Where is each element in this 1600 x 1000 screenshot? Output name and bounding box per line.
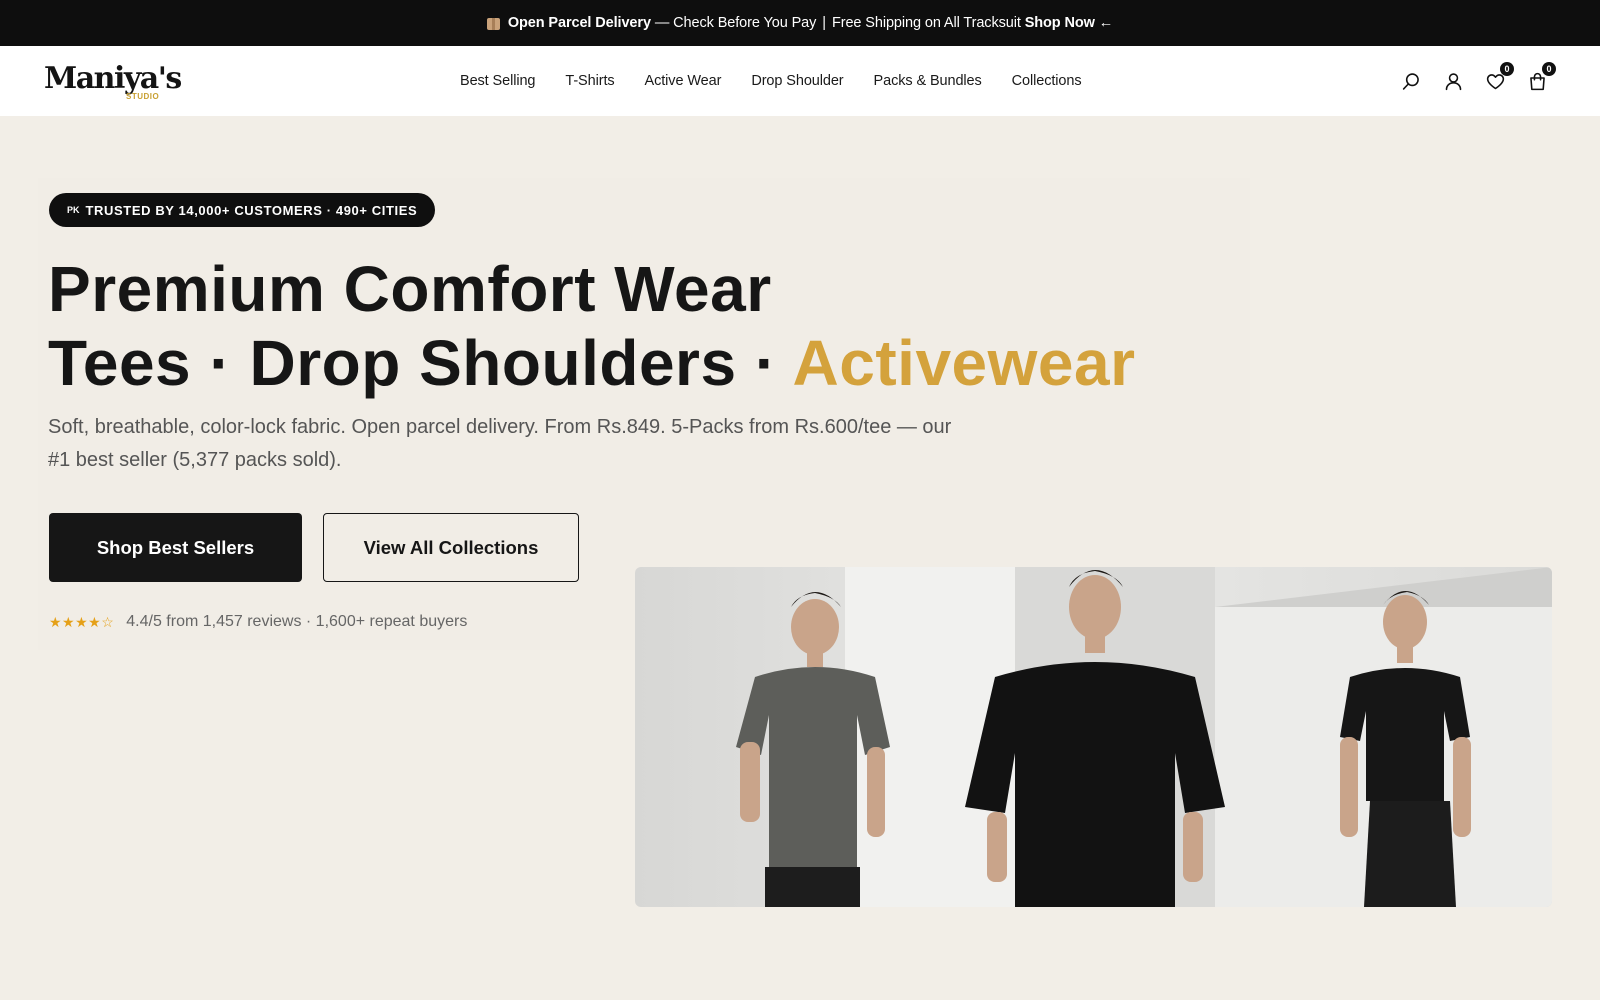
hero-title: Premium Comfort Wear Tees · Drop Shoulde… bbox=[48, 252, 1136, 400]
nav-item-best-selling[interactable]: Best Selling bbox=[460, 73, 535, 89]
logo-text: Maniya's bbox=[44, 61, 182, 96]
logo-subtext: STUDIO bbox=[126, 92, 160, 101]
hero-subtitle: Soft, breathable, color-lock fabric. Ope… bbox=[48, 416, 952, 471]
nav-item-collections[interactable]: Collections bbox=[1012, 73, 1082, 89]
trust-badge: PK TRUSTED BY 14,000+ CUSTOMERS · 490+ C… bbox=[49, 193, 436, 227]
star-rating-icon: ★★★★☆ bbox=[49, 613, 115, 630]
cart-button[interactable]: 0 bbox=[1526, 62, 1556, 92]
rating-text: 4.4/5 from 1,457 reviews · 1,600+ repeat… bbox=[126, 613, 468, 630]
announcement-bar: Open Parcel Delivery — Check Before You … bbox=[0, 0, 1600, 46]
announcement-cta[interactable]: Shop Now bbox=[1025, 15, 1095, 31]
hero-title-line2: Tees · Drop Shoulders · bbox=[48, 327, 793, 399]
shop-best-sellers-button[interactable]: Shop Best Sellers bbox=[49, 513, 302, 582]
arrow-icon: ← bbox=[1098, 15, 1114, 31]
wishlist-button[interactable]: 0 bbox=[1484, 62, 1514, 92]
trust-badge-text: TRUSTED BY 14,000+ CUSTOMERS · 490+ CITI… bbox=[85, 202, 418, 218]
brand-logo[interactable]: Maniya's STUDIO bbox=[44, 61, 182, 102]
announcement-lead: Open Parcel Delivery bbox=[507, 15, 651, 31]
nav-item-active-wear[interactable]: Active Wear bbox=[645, 73, 722, 89]
announcement-text-2: Free Shipping on All Tracksuit bbox=[831, 15, 1021, 31]
site-header: Maniya's STUDIO Best Selling T-Shirts Ac… bbox=[0, 46, 1600, 116]
nav-item-drop-shoulder[interactable]: Drop Shoulder bbox=[751, 73, 843, 89]
hero-title-accent: Activewear bbox=[792, 327, 1136, 399]
announcement-divider: | bbox=[822, 15, 826, 31]
search-icon bbox=[1402, 72, 1419, 90]
models-photo bbox=[635, 567, 1552, 907]
flag-icon: PK bbox=[67, 205, 80, 215]
hero-title-line1: Premium Comfort Wear bbox=[48, 253, 772, 325]
search-button[interactable] bbox=[1400, 70, 1422, 92]
header-icons: 0 0 bbox=[1400, 46, 1556, 116]
nav-item-t-shirts[interactable]: T-Shirts bbox=[565, 73, 614, 89]
hero-image bbox=[635, 567, 1552, 907]
wishlist-count-badge: 0 bbox=[1500, 62, 1514, 76]
cart-count-badge: 0 bbox=[1542, 62, 1556, 76]
package-icon bbox=[486, 18, 500, 30]
announcement-text: — Check Before You Pay bbox=[654, 15, 817, 31]
main-nav: Best Selling T-Shirts Active Wear Drop S… bbox=[460, 46, 1111, 116]
nav-item-packs-bundles[interactable]: Packs & Bundles bbox=[874, 73, 982, 89]
view-all-collections-button[interactable]: View All Collections bbox=[323, 513, 579, 582]
rating-summary: ★★★★☆ 4.4/5 from 1,457 reviews · 1,600+ … bbox=[49, 613, 467, 631]
account-button[interactable] bbox=[1442, 70, 1464, 92]
user-icon bbox=[1445, 72, 1461, 90]
